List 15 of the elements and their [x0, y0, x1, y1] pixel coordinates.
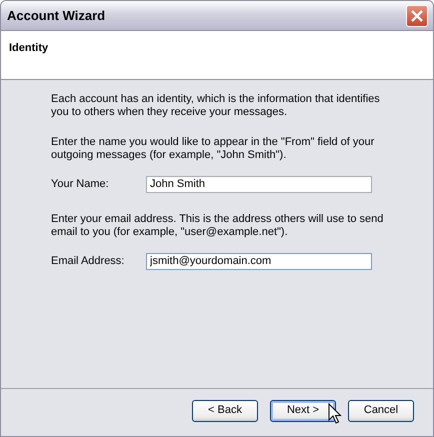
input-field[interactable]: John Smith — [146, 176, 372, 192]
field-label: Your Name: — [51, 176, 110, 192]
input-field[interactable]: jsmith@yourdomain.com — [146, 252, 372, 270]
field-description: Enter your email address. This is the address others will use to send email to you (for example, "user@example.net"). — [51, 212, 384, 238]
intro-text: Each account has an identity, which is the information that identifies you to others when they receive your messages. — [51, 93, 381, 119]
page-title: Identity — [9, 42, 48, 54]
wizard-button[interactable]: Cancel — [348, 400, 414, 422]
field-label: Email Address: — [51, 254, 126, 269]
wizard-button[interactable]: Next > — [270, 400, 336, 422]
close-button[interactable] — [406, 4, 428, 26]
field-description: Enter the name you would like to appear in the "From" field of your outgoing messages (for example, "John Smith"). — [51, 136, 376, 162]
mouse-pointer-icon — [328, 403, 342, 425]
wizard-button[interactable]: < Back — [192, 400, 258, 422]
window-title: Account Wizard — [7, 6, 106, 25]
close-icon — [410, 8, 424, 22]
